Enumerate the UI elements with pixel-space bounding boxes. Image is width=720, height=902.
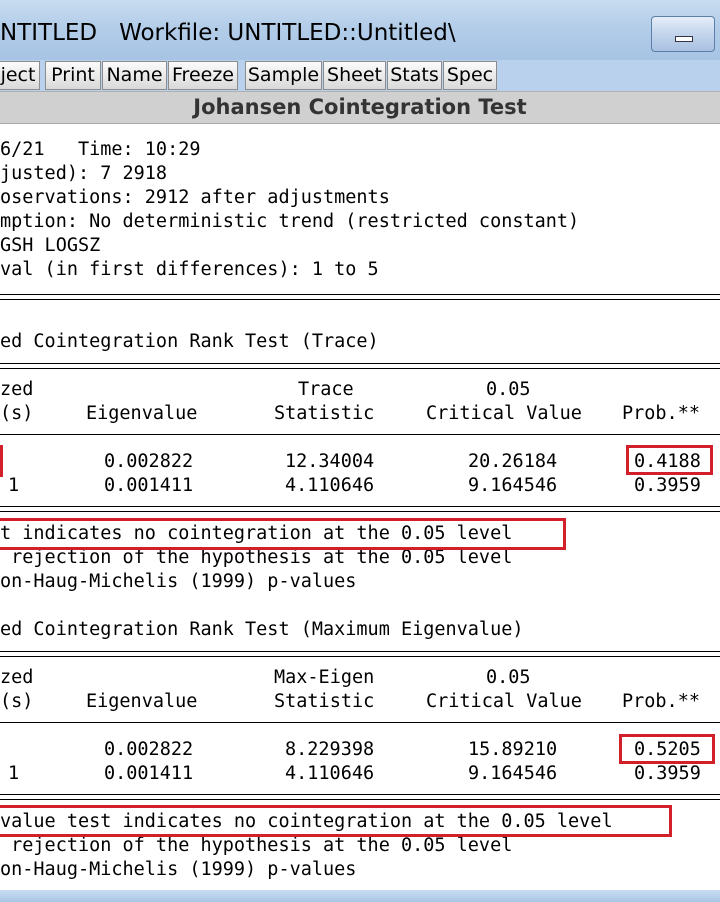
freeze-button[interactable]: Freeze <box>168 61 238 90</box>
maxeig-hdr-prob: Prob.** <box>622 691 700 712</box>
print-button[interactable]: Print <box>45 61 101 90</box>
maxeig-hdr-critical: Critical Value <box>426 691 582 712</box>
double-rule <box>0 363 720 369</box>
maxeig-row2-critical: 9.164546 <box>468 763 558 784</box>
trace-hdr-prob: Prob.** <box>622 403 700 424</box>
trace-row2-prob: 0.3959 <box>634 475 701 496</box>
info-lags: val (in first differences): 1 to 5 <box>0 259 379 280</box>
highlight-box-trace-conclusion <box>0 518 566 550</box>
single-rule <box>0 434 720 435</box>
double-rule <box>0 651 720 657</box>
maxeig-row2-statistic: 4.110646 <box>285 763 375 784</box>
trace-hdr-trace: Trace <box>298 379 354 400</box>
highlight-box-trace-prob <box>626 445 713 475</box>
trace-row1-eigenvalue: 0.002822 <box>104 451 194 472</box>
maxeig-row1-critical: 15.89210 <box>468 739 558 760</box>
trace-hdr-statistic: Statistic <box>274 403 375 424</box>
trace-row1-statistic: 12.34004 <box>285 451 375 472</box>
output-header: Johansen Cointegration Test <box>0 91 720 124</box>
output-text-area[interactable]: 6/21 Time: 10:29 justed): 7 2918 oservat… <box>0 124 720 890</box>
maxeig-hdr-statistic: Statistic <box>274 691 375 712</box>
maxeig-hdr-eigenvalue: Eigenvalue <box>86 691 198 712</box>
window-titlebar[interactable]: NTITLED Workfile: UNTITLED::Untitled\ <box>0 0 720 60</box>
maxeig-row1-statistic: 8.229398 <box>285 739 375 760</box>
maxeig-row1-eigenvalue: 0.002822 <box>104 739 194 760</box>
maxeig-note-pvalues: on-Haug-Michelis (1999) p-values <box>0 859 357 880</box>
trace-row2-eigenvalue: 0.001411 <box>104 475 194 496</box>
trace-hdr-eigenvalue: Eigenvalue <box>86 403 198 424</box>
maxeig-row2-label: 1 <box>8 763 20 784</box>
sheet-button[interactable]: Sheet <box>323 61 386 90</box>
double-rule <box>0 294 720 300</box>
double-rule <box>0 506 720 512</box>
info-sample: justed): 7 2918 <box>0 163 168 184</box>
info-observations: oservations: 2912 after adjustments <box>0 187 390 208</box>
maxeig-row2-prob: 0.3959 <box>634 763 701 784</box>
info-date-time: 6/21 Time: 10:29 <box>0 139 201 160</box>
sample-button[interactable]: Sample <box>245 61 322 90</box>
trace-row2-label: 1 <box>8 475 20 496</box>
maxeig-hdr-hypothesized: zed <box>0 667 34 688</box>
info-assumption: mption: No deterministic trend (restrict… <box>0 211 580 232</box>
stats-button[interactable]: Stats <box>387 61 442 90</box>
trace-hdr-hypothesized: zed <box>0 379 34 400</box>
single-rule <box>0 722 720 723</box>
maxeig-hdr-alpha: 0.05 <box>486 667 531 688</box>
maxeig-hdr-maxeigen: Max-Eigen <box>274 667 375 688</box>
trace-hdr-no-ce: (s) <box>0 403 34 424</box>
highlight-box-trace-row <box>0 445 3 477</box>
minimize-button[interactable] <box>651 16 715 52</box>
maxeig-note-rejection: rejection of the hypothesis at the 0.05 … <box>0 835 513 856</box>
trace-section-title: ed Cointegration Rank Test (Trace) <box>0 331 379 352</box>
double-rule <box>0 794 720 800</box>
window-bottom-border <box>0 890 720 902</box>
maxeig-row2-eigenvalue: 0.001411 <box>104 763 194 784</box>
trace-row2-critical: 9.164546 <box>468 475 558 496</box>
object-button[interactable]: ject <box>0 61 40 90</box>
name-button[interactable]: Name <box>102 61 167 90</box>
trace-row1-critical: 20.26184 <box>468 451 558 472</box>
spec-button[interactable]: Spec <box>443 61 497 90</box>
trace-row2-statistic: 4.110646 <box>285 475 375 496</box>
maxeig-section-title: ed Cointegration Rank Test (Maximum Eige… <box>0 619 524 640</box>
trace-hdr-critical: Critical Value <box>426 403 582 424</box>
highlight-box-maxeig-prob <box>619 734 715 764</box>
window-title: NTITLED Workfile: UNTITLED::Untitled\ <box>0 20 456 46</box>
maxeig-hdr-no-ce: (s) <box>0 691 34 712</box>
highlight-box-maxeig-conclusion <box>0 805 672 837</box>
trace-note-pvalues: on-Haug-Michelis (1999) p-values <box>0 571 357 592</box>
trace-hdr-alpha: 0.05 <box>486 379 531 400</box>
minimize-icon <box>675 36 693 42</box>
info-series: GSH LOGSZ <box>0 235 101 256</box>
